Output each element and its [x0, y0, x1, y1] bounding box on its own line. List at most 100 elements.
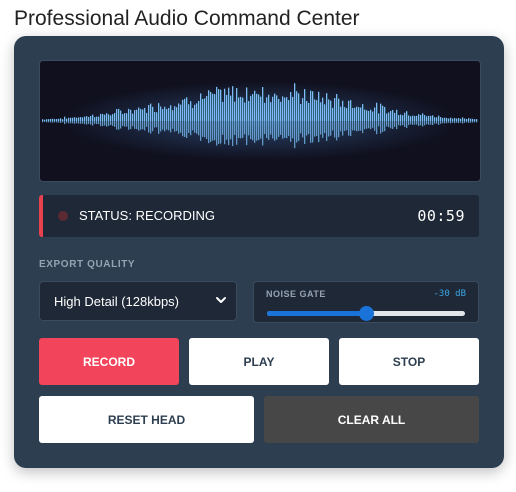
wave-bar-reflection: [238, 121, 240, 138]
wave-bar: [372, 111, 374, 121]
wave-bar: [210, 91, 212, 121]
wave-bar: [100, 113, 102, 121]
wave-bar: [294, 83, 296, 121]
wave-bar: [292, 96, 294, 121]
wave-bar-reflection: [266, 121, 268, 139]
wave-bar-reflection: [134, 121, 136, 129]
wave-bar-reflection: [278, 121, 280, 137]
wave-bar-reflection: [318, 121, 320, 143]
wave-bar: [380, 103, 382, 121]
status-accent: [39, 195, 43, 237]
wave-bar-reflection: [350, 121, 352, 137]
wave-bar-reflection: [204, 121, 206, 138]
wave-bar-reflection: [256, 121, 258, 141]
wave-bar-reflection: [376, 121, 378, 135]
wave-bar: [366, 110, 368, 121]
wave-bar-reflection: [212, 121, 214, 141]
wave-bar: [288, 100, 290, 121]
wave-bar-reflection: [160, 121, 162, 132]
wave-bar: [244, 102, 246, 121]
wave-bar: [114, 113, 116, 121]
wave-bar: [296, 91, 298, 121]
wave-bar: [180, 104, 182, 121]
wave-bar-reflection: [358, 121, 360, 131]
wave-bar-reflection: [254, 121, 256, 143]
wave-bar: [176, 107, 178, 121]
wave-bar-reflection: [310, 121, 312, 143]
status-timer: 00:59: [417, 207, 465, 225]
wave-bar-reflection: [142, 121, 144, 130]
wave-bar: [272, 96, 274, 121]
wave-bar-reflection: [216, 121, 218, 146]
wave-bar-reflection: [298, 121, 300, 141]
wave-bar-reflection: [224, 121, 226, 145]
wave-bar: [404, 112, 406, 121]
page-title: Professional Audio Command Center: [14, 7, 360, 30]
wave-bar: [154, 111, 156, 121]
wave-bar-reflection: [130, 121, 132, 130]
wave-bar-reflection: [346, 121, 348, 131]
wave-bar-reflection: [240, 121, 242, 139]
wave-bar-reflection: [186, 121, 188, 139]
wave-bar: [168, 107, 170, 121]
wave-bar: [106, 113, 108, 121]
wave-bar: [148, 104, 150, 121]
wave-bar: [196, 103, 198, 121]
wave-bar-reflection: [340, 121, 342, 132]
wave-bar: [172, 110, 174, 121]
export-quality-select[interactable]: High Detail (128kbps): [39, 281, 237, 321]
wave-bar: [228, 87, 230, 121]
wave-bar: [116, 109, 118, 121]
wave-bar-reflection: [308, 121, 310, 134]
wave-bar-reflection: [330, 121, 332, 136]
wave-bar-reflection: [168, 121, 170, 131]
wave-bar: [280, 101, 282, 121]
wave-bar: [192, 108, 194, 121]
reset-head-button[interactable]: RESET HEAD: [39, 396, 254, 443]
wave-bar: [142, 109, 144, 121]
slider-thumb[interactable]: [359, 306, 374, 321]
wave-bar: [204, 98, 206, 121]
wave-bar: [230, 95, 232, 121]
wave-bar: [304, 89, 306, 121]
wave-bar-reflection: [274, 121, 276, 141]
wave-bar: [246, 87, 248, 121]
wave-bar: [276, 95, 278, 121]
wave-bar-reflection: [236, 121, 238, 145]
wave-bar-reflection: [184, 121, 186, 137]
wave-bar: [108, 114, 110, 121]
wave-bar-reflection: [326, 121, 328, 142]
wave-bar: [120, 110, 122, 121]
wave-bar-reflection: [218, 121, 220, 144]
wave-bar: [132, 113, 134, 121]
stop-button[interactable]: STOP: [339, 338, 479, 385]
wave-bar-reflection: [368, 121, 370, 129]
wave-bar: [324, 104, 326, 121]
wave-bar: [328, 99, 330, 121]
record-button[interactable]: RECORD: [39, 338, 179, 385]
wave-bar: [370, 109, 372, 121]
noise-gate-slider[interactable]: [267, 306, 465, 321]
noise-gate-label: NOISE GATE: [266, 289, 326, 299]
wave-bar: [134, 110, 136, 121]
wave-bar-reflection: [362, 121, 364, 134]
wave-bar: [368, 110, 370, 121]
play-button[interactable]: PLAY: [189, 338, 329, 385]
status-dot-icon: [58, 211, 68, 221]
wave-bar-reflection: [172, 121, 174, 129]
wave-bar: [162, 109, 164, 121]
wave-bar: [264, 102, 266, 121]
wave-bar-reflection: [182, 121, 184, 137]
wave-bar-reflection: [396, 121, 398, 130]
wave-bar-reflection: [150, 121, 152, 134]
wave-bar: [392, 109, 394, 121]
wave-bar: [160, 106, 162, 121]
wave-bar: [388, 112, 390, 121]
wave-bar: [364, 109, 366, 121]
clear-all-button[interactable]: CLEAR ALL: [264, 396, 479, 443]
wave-bar: [282, 96, 284, 121]
wave-bar-reflection: [332, 121, 334, 131]
wave-bar-reflection: [176, 121, 178, 131]
wave-bar: [238, 97, 240, 121]
wave-bar-reflection: [288, 121, 290, 137]
